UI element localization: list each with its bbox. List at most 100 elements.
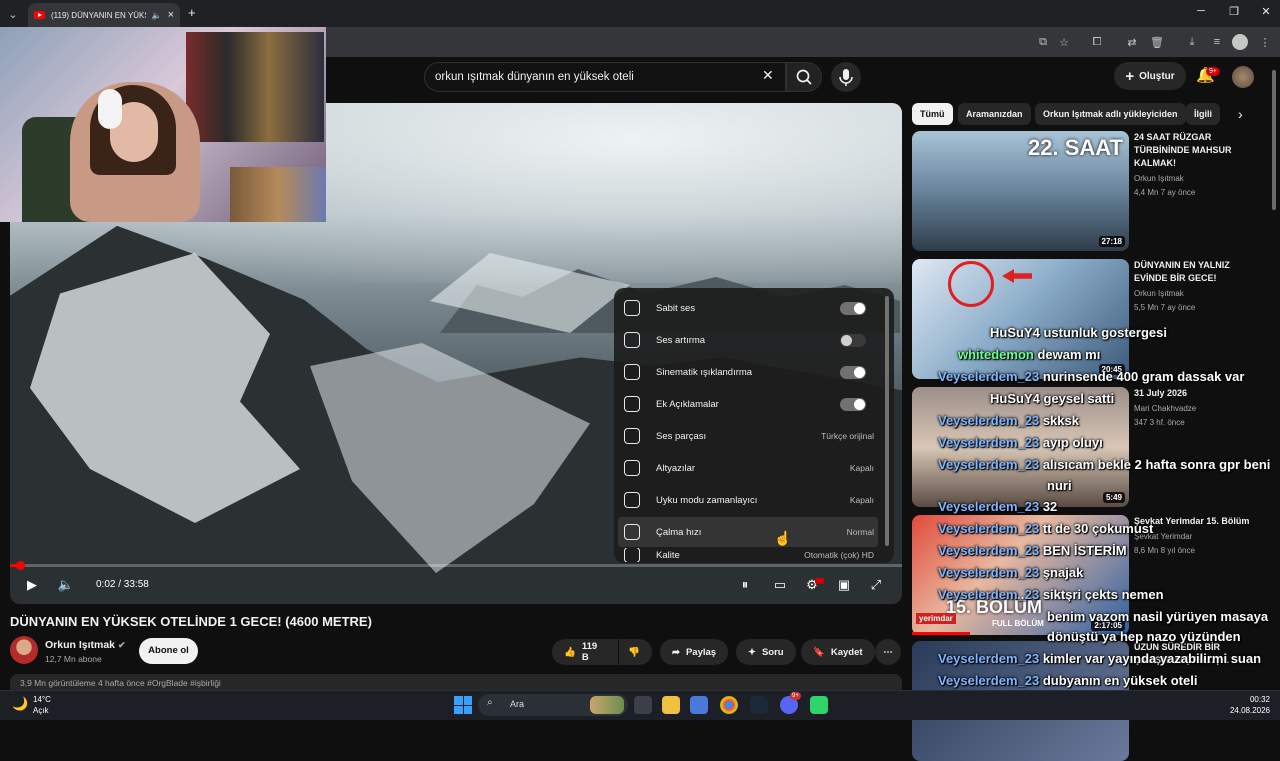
like-count: 119 B [581,641,598,663]
recommendation-item[interactable]: 22. SAAT 27:18 24 SAAT RÜZGAR TÜRBİNİNDE M… [912,131,1272,251]
file-explorer-icon[interactable] [662,696,680,714]
recommendation-channel[interactable]: Orkun Işıtmak [1134,174,1184,183]
new-tab-button[interactable]: + [188,5,196,20]
chips-next-icon[interactable]: › [1238,106,1243,122]
maximize-icon[interactable]: ❐ [1225,5,1243,21]
cast-icon[interactable]: ⧉ [1036,35,1050,49]
weather-desc: Açık [33,706,49,715]
page-scrollbar[interactable] [1272,70,1276,210]
settings-row[interactable]: Sabit ses [614,292,886,324]
speaker-icon[interactable]: 🔈 [152,11,162,20]
more-actions-button[interactable]: ⋯ [875,639,901,665]
notification-badge: 9+ [1206,67,1220,76]
minimize-icon[interactable]: ─ [1192,5,1210,21]
account-avatar[interactable] [1232,66,1254,88]
settings-row[interactable]: Uyku modu zamanlayıcı Kapalı [614,484,886,516]
extensions-icon[interactable]: ⧠ [1090,35,1104,49]
recommendation-meta: 5,5 Mn 7 ay önce [1134,303,1196,312]
save-button[interactable]: 🔖 Kaydet [801,639,875,665]
chat-message: Veyselerdem_23 ayıp oluyı [938,435,1103,450]
recommendation-title[interactable]: 31 July 2026 [1134,387,1264,400]
dislike-button[interactable]: 👎 [619,639,652,665]
filter-chip[interactable]: Orkun Işıtmak adlı yükleyiciden [1035,103,1186,125]
fullscreen-icon[interactable]: ⤢ [864,574,888,596]
settings-toggle[interactable] [840,301,866,315]
settings-toggle[interactable] [840,333,866,347]
chat-username: Veyselerdem_23 [938,521,1040,536]
tab-list-icon[interactable]: ⌄ [6,7,20,21]
settings-item-icon [624,428,640,444]
tab-title: (119) DÜNYANIN EN YÜKSE [51,10,146,20]
settings-row[interactable]: Çalma hızı Normal [614,516,886,548]
settings-row[interactable]: Kalite Otomatik (çok) HD [614,548,886,562]
recommendation-channel[interactable]: Orkun Işıtmak [1134,289,1184,298]
settings-row[interactable]: Ses parçası Türkçe orijinal [614,420,886,452]
clear-search-icon[interactable]: ✕ [762,67,774,84]
recommendation-title[interactable]: 24 SAAT RÜZGAR TÜRBİNİNDE MAHSUR KALMAK! [1134,131,1264,170]
chat-message: Veyselerdem_23 32 [938,499,1057,514]
subscribe-button[interactable]: Abone ol [139,638,198,664]
windows-start-icon[interactable] [454,696,472,714]
chat-message: Veyselerdem_23 tt de 30 çokumust [938,521,1153,536]
filter-chip[interactable]: Aramanızdan [958,103,1031,125]
steam-icon[interactable] [750,696,768,714]
volume-icon[interactable]: 🔈 [54,574,78,596]
settings-scrollbar[interactable] [885,296,889,546]
create-button[interactable]: + Oluştur [1114,62,1186,90]
filter-chip[interactable]: Tümü [912,103,953,125]
autoplay-toggle-icon[interactable]: ⏸ [733,574,757,596]
chrome-icon[interactable] [720,696,738,714]
recommendation-title[interactable]: Şevkat Yerimdar 15. Bölüm [1134,515,1264,528]
clock-time: 00:32 [1249,695,1270,704]
voice-search-button[interactable] [831,62,861,92]
streaming-app-icon[interactable] [810,696,828,714]
search-input[interactable]: orkun ışıtmak dünyanın en yüksek oteli [424,62,786,92]
recommendation-channel[interactable]: Mari Chakhvadze [1134,404,1196,413]
settings-item-label: Ses artırma [656,334,706,346]
progress-scrubber[interactable] [16,561,25,570]
settings-row[interactable]: Altyazılar Kapalı [614,452,886,484]
microphone-icon [839,69,853,86]
settings-row[interactable]: Sinematik ışıklandırma [614,356,886,388]
window-close-icon[interactable]: ✕ [1257,5,1275,21]
chat-username: Veyselerdem_23 [938,435,1040,450]
share-button[interactable]: ➦ Paylaş [660,639,729,665]
browser-menu-icon[interactable]: ⋮ [1258,35,1272,49]
bookmark-star-icon[interactable]: ☆ [1057,35,1071,49]
taskbar-clock[interactable]: 00:32 24.08.2026 [1218,694,1270,716]
chat-message: Veyselerdem_23 dubyanın en yüksek oteli [938,673,1197,688]
captions-icon[interactable]: ▭ [768,574,792,596]
reading-list-icon[interactable]: ≡ [1210,35,1224,49]
progress-bar[interactable] [10,564,902,567]
thumbnail-brand: yerimdar [916,613,956,624]
task-view-icon[interactable] [634,696,652,714]
chat-username: Veyselerdem_23 [938,499,1040,514]
download-icon[interactable]: ⤓ [1185,35,1199,49]
channel-avatar[interactable] [10,636,38,664]
chat-text: dewam mı [1037,347,1101,362]
settings-toggle[interactable] [840,365,866,379]
tab-close-icon[interactable]: × [168,9,174,21]
miniplayer-icon[interactable]: ▣ [832,574,856,596]
channel-name[interactable]: Orkun Işıtmak ✔ [45,639,126,651]
verified-icon: ✔ [117,640,126,650]
settings-toggle[interactable] [840,397,866,411]
store-icon[interactable] [690,696,708,714]
chat-message: Veyselerdem_23 nurinsende 400 gram dassa… [938,369,1244,384]
translate-icon[interactable]: ⇄ [1125,35,1139,49]
ask-button[interactable]: ✦ Soru [736,639,796,665]
filter-chip[interactable]: İlgili [1186,103,1220,125]
like-button[interactable]: 👍 119 B [552,639,618,665]
profile-avatar[interactable] [1232,34,1248,50]
video-meta: 3,9 Mn görüntüleme 4 hafta önce #OrgBlad… [10,674,902,690]
weather-widget[interactable]: 14°C Açık [33,694,51,716]
recommendation-title[interactable]: DÜNYANIN EN YALNIZ EVİNDE BİR GECE! [1134,259,1264,285]
search-button[interactable] [786,62,822,92]
recommendation-thumbnail[interactable]: 22. SAAT 27:18 [912,131,1129,251]
browser-tab[interactable]: (119) DÜNYANIN EN YÜKSE 🔈 × [28,3,180,27]
settings-row[interactable]: Ses artırma [614,324,886,356]
settings-row[interactable]: Ek Açıklamalar [614,388,886,420]
play-button[interactable]: ▶ [20,574,44,596]
trash-icon[interactable]: 🗑 [1150,35,1164,49]
webcam-wall-posters [186,32,324,142]
